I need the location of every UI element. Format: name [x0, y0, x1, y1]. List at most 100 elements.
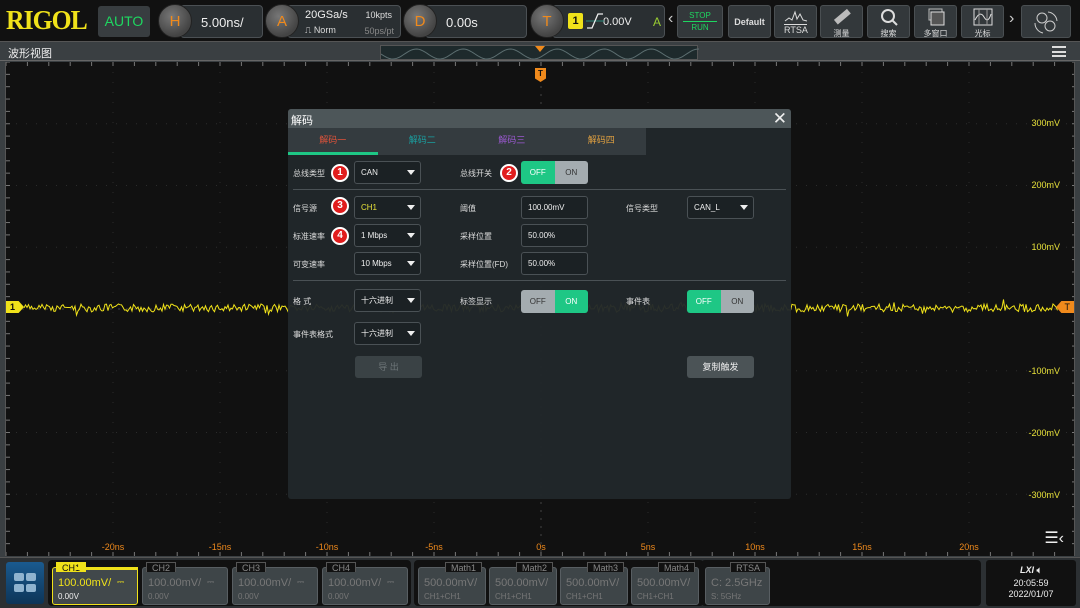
ch1-scale: 100.00mV/ — [58, 577, 112, 589]
math2-scale: 500.00mV/ — [495, 577, 549, 589]
search-label: 搜索 — [880, 29, 897, 38]
trigger-source-badge: 1 — [568, 13, 583, 29]
source-value: CH1 — [361, 203, 378, 212]
horizontal-icon[interactable]: H — [158, 4, 192, 38]
dropdown-caret-icon — [407, 298, 415, 303]
math3-scale: 500.00mV/ — [566, 577, 620, 589]
dropdown-caret-icon — [740, 205, 748, 210]
dialog-title: 解码 — [291, 115, 313, 127]
bus-type-select[interactable]: CAN — [354, 161, 421, 184]
format-select[interactable]: 十六进制 — [354, 289, 421, 312]
decode-tabs: 解码一 解码二 解码三 解码四 — [288, 128, 646, 155]
ch3-tab: CH3 — [236, 562, 267, 573]
toggle-on[interactable]: ON — [554, 290, 588, 313]
search-button[interactable]: 搜索 — [867, 5, 910, 38]
clock-date: 2022/01/07 — [1008, 589, 1054, 599]
threshold-label: 阈值 — [460, 204, 476, 213]
y-axis-label: -200mV — [1028, 428, 1060, 438]
callout-badge: 1 — [331, 164, 349, 182]
x-axis-label: -5ns — [425, 542, 443, 552]
divider — [293, 280, 786, 281]
toggle-on[interactable]: ON — [554, 161, 588, 184]
var-rate-value: 10 Mbps — [361, 259, 392, 268]
close-icon[interactable]: ✕ — [773, 109, 787, 128]
toggle-off[interactable]: OFF — [687, 290, 721, 313]
source-label: 信号源 — [293, 204, 317, 213]
tab-decode-3[interactable]: 解码三 — [467, 128, 557, 155]
ch3-box[interactable]: CH3 100.00mV/ ⎓ 0.00V — [232, 562, 318, 605]
label-display-toggle[interactable]: OFF ON — [521, 290, 588, 313]
event-table-toggle[interactable]: OFF ON — [687, 290, 754, 313]
math1-box[interactable]: Math1 500.00mV/ CH1+CH1 — [418, 562, 486, 605]
ch3-offset: 0.00V — [238, 592, 259, 601]
search-icon — [880, 9, 898, 26]
bottom-status-bar: CH1 100.00mV/ ⎓ 0.00V CH2 100.00mV/ ⎓ 0.… — [0, 557, 1080, 608]
stop-run-button[interactable]: STOP RUN — [677, 5, 723, 38]
format-value: 十六进制 — [361, 296, 393, 305]
waveform-overview[interactable] — [380, 45, 700, 60]
trigger-icon[interactable]: T — [530, 4, 564, 38]
delay-control[interactable]: 0.00s — [425, 5, 527, 38]
home-button[interactable] — [6, 562, 44, 604]
threshold-input[interactable]: 100.00mV — [521, 196, 588, 219]
grid-icon — [14, 584, 24, 592]
delay-value: 0.00s — [446, 15, 478, 30]
switch-view-button[interactable] — [1021, 5, 1071, 38]
delay-icon[interactable]: D — [403, 4, 437, 38]
toggle-on[interactable]: ON — [720, 290, 754, 313]
x-axis-label: 10ns — [745, 542, 765, 552]
acquire-control[interactable]: 20GSa/s ⎍ Norm 10kpts 50ps/pt — [287, 5, 401, 38]
toggle-off[interactable]: OFF — [521, 290, 555, 313]
dropdown-caret-icon — [407, 233, 415, 238]
source-select[interactable]: CH1 — [354, 196, 421, 219]
spectrum-icon — [784, 10, 807, 22]
var-rate-select[interactable]: 10 Mbps — [354, 252, 421, 275]
ch1-box[interactable]: CH1 100.00mV/ ⎓ 0.00V — [52, 562, 138, 605]
dc-coupling-icon: ⎓ — [387, 577, 395, 587]
rtsa-button[interactable]: RTSA — [774, 5, 817, 38]
dc-coupling-icon: ⎓ — [117, 577, 125, 587]
sample-point-input[interactable]: 50.00% — [521, 224, 588, 247]
scroll-left-icon[interactable]: ‹ — [668, 10, 673, 28]
menu-icon[interactable] — [1052, 46, 1066, 57]
default-button[interactable]: Default — [728, 5, 771, 38]
callout-badge: 2 — [500, 164, 518, 182]
math2-box[interactable]: Math2 500.00mV/ CH1+CH1 — [489, 562, 557, 605]
ch4-box[interactable]: CH4 100.00mV/ ⎓ 0.00V — [322, 562, 408, 605]
rtsa-center: C: 2.5GHz — [711, 577, 763, 589]
timebase-control[interactable]: 5.00ns/ — [180, 5, 263, 38]
grid-icon — [14, 573, 24, 581]
math4-tab: Math4 — [657, 562, 695, 573]
measure-label: 测量 — [833, 29, 850, 38]
math4-box[interactable]: Math4 500.00mV/ CH1+CH1 — [631, 562, 699, 605]
std-rate-select[interactable]: 1 Mbps — [354, 224, 421, 247]
tab-decode-4[interactable]: 解码四 — [557, 128, 647, 155]
run-label: RUN — [691, 23, 709, 32]
bus-switch-toggle[interactable]: OFF ON — [521, 161, 588, 184]
var-rate-label: 可变速率 — [293, 260, 325, 269]
copy-trigger-button[interactable]: 复制触发 — [687, 356, 754, 378]
math4-scale: 500.00mV/ — [637, 577, 691, 589]
acquire-icon[interactable]: A — [265, 4, 299, 38]
tab-decode-2[interactable]: 解码二 — [378, 128, 468, 155]
sample-point-fd-input[interactable]: 50.00% — [521, 252, 588, 275]
math3-box[interactable]: Math3 500.00mV/ CH1+CH1 — [560, 562, 628, 605]
run-mode-button[interactable]: AUTO — [98, 6, 150, 37]
ch3-scale: 100.00mV/ — [238, 577, 292, 589]
collapse-panel-icon[interactable]: ☰‹ — [1044, 528, 1064, 548]
event-format-select[interactable]: 十六进制 — [354, 322, 421, 345]
cursor-button[interactable]: 光标 — [961, 5, 1004, 38]
multi-window-button[interactable]: 多窗口 — [914, 5, 957, 38]
speaker-mute-icon[interactable]: 🔈︎ — [1037, 565, 1042, 575]
toggle-off[interactable]: OFF — [521, 161, 555, 184]
ch2-box[interactable]: CH2 100.00mV/ ⎓ 0.00V — [142, 562, 228, 605]
top-toolbar: RIGOL AUTO H 5.00ns/ A 20GSa/s ⎍ Norm 10… — [0, 0, 1080, 42]
tab-decode-1[interactable]: 解码一 — [288, 128, 378, 155]
measure-button[interactable]: 测量 — [820, 5, 863, 38]
scroll-right-icon[interactable]: › — [1009, 10, 1014, 28]
rtsa-box[interactable]: RTSA C: 2.5GHz S: 5GHz — [705, 562, 770, 605]
math3-expr: CH1+CH1 — [566, 592, 603, 601]
export-button[interactable]: 导 出 — [355, 356, 422, 378]
rising-edge-icon — [586, 13, 604, 29]
signal-type-select[interactable]: CAN_L — [687, 196, 754, 219]
